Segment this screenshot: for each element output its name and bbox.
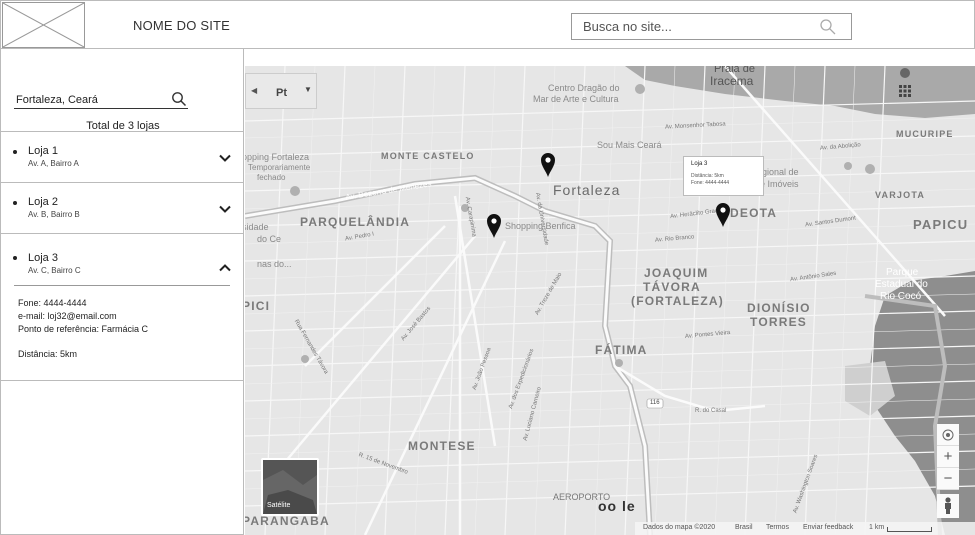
collapse-arrow-icon[interactable]: ◀ — [251, 86, 257, 95]
street-view-pegman-icon[interactable] — [937, 494, 959, 518]
store-address: Av. A, Bairro A — [28, 159, 79, 168]
store-phone: Fone: 4444-4444 — [18, 298, 87, 308]
site-name[interactable]: NOME DO SITE — [133, 18, 230, 33]
chevron-down-icon[interactable] — [219, 150, 231, 168]
target-icon — [942, 429, 954, 440]
location-search-field[interactable] — [14, 92, 188, 109]
map-label: PARANGABA — [245, 514, 330, 528]
search-icon[interactable] — [171, 91, 187, 112]
map-mode-label[interactable]: Pt — [276, 87, 287, 99]
map-base — [245, 66, 975, 535]
map-view[interactable]: Praia de Iracema Centro Dragão do Mar de… — [245, 66, 975, 535]
scale-label[interactable]: 1 km — [869, 524, 884, 531]
map-label: MUCURIPE — [896, 129, 954, 139]
store-details: Fone: 4444-4444 e-mail: loj32@email.com … — [18, 297, 148, 361]
tooltip-phone: Fone: 4444-4444 — [691, 180, 730, 186]
divider — [1, 380, 244, 381]
map-label: VARJOTA — [875, 190, 926, 200]
zoom-controls: + − — [937, 424, 959, 490]
map-label: TÁVORA — [643, 280, 701, 294]
map-label: TORRES — [750, 315, 807, 329]
map-label: Rio Cocó — [880, 291, 922, 302]
tooltip-distance: Distância: 5km — [691, 173, 724, 179]
map-label: gional de — [762, 167, 799, 177]
map-label: (FORTALEZA) — [631, 294, 724, 308]
search-icon[interactable] — [819, 18, 837, 41]
map-label: Mar de Arte e Cultura — [533, 94, 619, 104]
map-label: Estadual do — [875, 279, 928, 290]
store-list-panel: Total de 3 lojas Loja 1 Av. A, Bairro A … — [0, 49, 244, 535]
store-email: e-mail: loj32@email.com — [18, 311, 117, 321]
satellite-label: Satélite — [267, 502, 291, 509]
map-label: Parque — [886, 267, 919, 278]
map-label: PARQUELÂNDIA — [300, 215, 411, 229]
map-label: DIONÍSIO — [747, 301, 811, 315]
country-link[interactable]: Brasil — [735, 524, 753, 531]
store-reference: Ponto de referência: Farmácia C — [18, 324, 149, 334]
chevron-up-icon[interactable] — [219, 259, 231, 277]
map-label: Sou Mais Ceará — [597, 140, 662, 150]
satellite-toggle[interactable]: Satélite — [261, 458, 319, 516]
google-logo: oo le — [598, 498, 636, 514]
map-label: do Ce — [257, 234, 282, 244]
site-search-box[interactable] — [571, 13, 852, 40]
zoom-in-button[interactable]: + — [937, 446, 959, 468]
store-item-3[interactable]: Loja 3 Av. C, Bairro C Fone: 4444-4444 e… — [1, 233, 244, 381]
tooltip-title: Loja 3 — [691, 161, 708, 167]
location-search-input[interactable] — [16, 94, 166, 106]
site-header: NOME DO SITE — [0, 0, 975, 49]
divider — [14, 285, 230, 286]
store-item-2[interactable]: Loja 2 Av. B, Bairro B — [1, 182, 244, 233]
store-name: Loja 1 — [28, 145, 58, 157]
map-data-credit: Dados do mapa ©2020 — [643, 524, 716, 531]
map-label: Centro Dragão do — [548, 83, 620, 93]
store-pin-2[interactable] — [486, 213, 502, 239]
map-label: PAPICU — [913, 217, 969, 232]
my-location-button[interactable] — [937, 424, 959, 446]
highway-shield: 116 — [650, 400, 660, 406]
map-label: FÁTIMA — [595, 343, 648, 357]
apps-grid-icon[interactable] — [899, 84, 911, 102]
store-item-1[interactable]: Loja 1 Av. A, Bairro A — [1, 131, 244, 182]
map-label: MONTESE — [408, 439, 476, 453]
map-label: sidade — [245, 222, 269, 232]
map-label: Iracema — [710, 74, 754, 88]
store-address: Av. C, Bairro C — [28, 266, 81, 275]
site-search-input[interactable] — [583, 19, 803, 34]
map-label: opping Fortaleza — [245, 152, 310, 162]
map-label: DEOTA — [730, 206, 778, 220]
bullet-icon — [13, 150, 17, 154]
map-label: fechado — [257, 173, 286, 182]
store-info-tooltip[interactable]: Loja 3 Distância: 5km Fone: 4444-4444 — [683, 156, 764, 196]
scale-bar — [887, 527, 932, 532]
store-address: Av. B, Bairro B — [28, 210, 80, 219]
dropdown-caret-icon[interactable]: ▼ — [304, 85, 312, 94]
map-label: nas do... — [257, 259, 292, 269]
store-pin-1[interactable] — [540, 152, 556, 178]
chevron-down-icon[interactable] — [219, 201, 231, 219]
zoom-out-button[interactable]: − — [937, 468, 959, 490]
store-name: Loja 2 — [28, 196, 58, 208]
logo-placeholder-image[interactable] — [2, 2, 85, 48]
map-type-control[interactable]: ◀ Pt ▼ — [245, 73, 317, 109]
map-attribution-bar: Dados do mapa ©2020 Brasil Termos Enviar… — [635, 522, 975, 535]
map-label: PICI — [245, 299, 271, 313]
store-pin-3[interactable] — [715, 202, 731, 228]
terms-link[interactable]: Termos — [766, 524, 789, 531]
feedback-link[interactable]: Enviar feedback — [803, 524, 853, 531]
store-distance: Distância: 5km — [18, 349, 78, 359]
map-label: MONTE CASTELO — [381, 151, 475, 161]
bullet-icon — [13, 256, 17, 260]
map-label: Fortaleza — [553, 182, 621, 198]
store-name: Loja 3 — [28, 252, 58, 264]
bullet-icon — [13, 201, 17, 205]
street-label: R. do Casal — [695, 408, 727, 414]
map-label: JOAQUIM — [644, 266, 709, 280]
map-label: Temporariamente — [248, 163, 311, 172]
